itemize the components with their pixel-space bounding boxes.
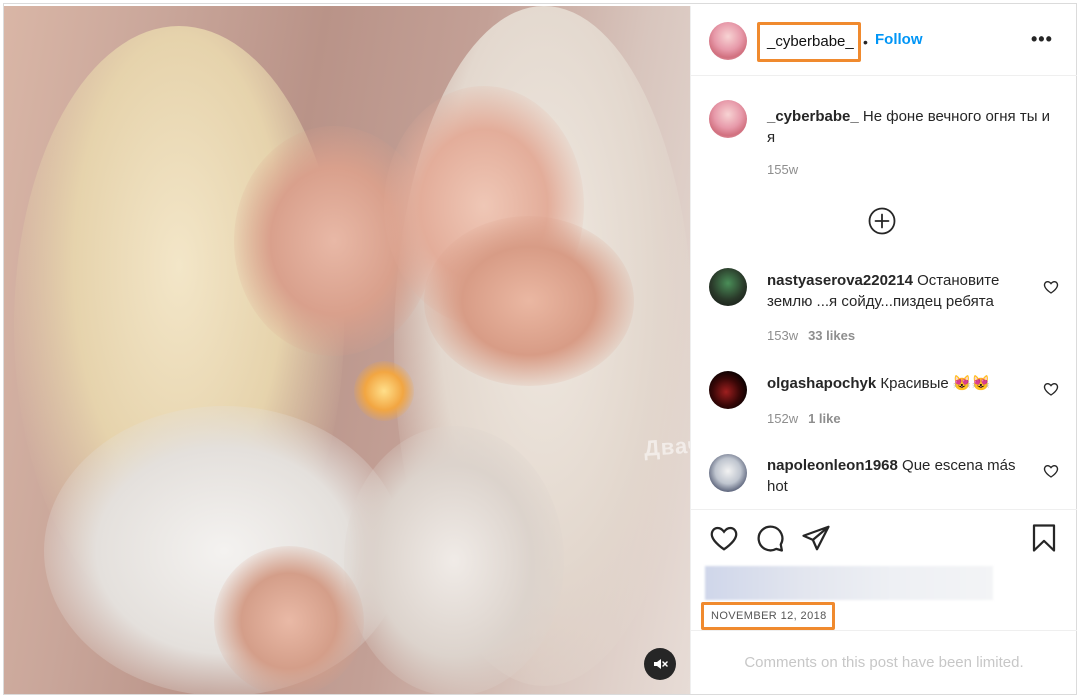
post-sidebar: _cyberbabe_ • Follow ••• _cyberbabe_ Не … [690, 6, 1077, 694]
post-header: _cyberbabe_ • Follow ••• [691, 6, 1077, 76]
comment-like-icon[interactable] [1043, 279, 1059, 295]
watermark: Двач [643, 432, 690, 461]
commenter-avatar[interactable] [709, 268, 747, 306]
separator-dot: • [863, 34, 868, 50]
comment-item: olgashapochyk Красивые 😻😻 [767, 373, 1035, 394]
hand-right [424, 216, 634, 386]
mute-icon [654, 659, 668, 669]
post-date[interactable]: NOVEMBER 12, 2018 [711, 610, 827, 622]
save-icon[interactable] [1029, 523, 1059, 553]
add-comments-icon[interactable] [868, 207, 896, 235]
comment-text: Красивые 😻😻 [880, 375, 991, 392]
comment-age: 152w [767, 411, 799, 426]
comment-likes[interactable]: 1 like [808, 411, 841, 426]
mute-button[interactable] [644, 648, 676, 680]
comment-meta: 152w 1 like [767, 411, 841, 426]
comment-username[interactable]: napoleonleon1968 [767, 457, 898, 474]
comment-icon[interactable] [755, 523, 785, 553]
flame [354, 361, 414, 421]
hand-left [214, 546, 364, 694]
comment-item: napoleonleon1968 Que escena más hot [767, 455, 1035, 497]
author-username[interactable]: _cyberbabe_ [767, 33, 854, 50]
like-icon[interactable] [709, 523, 739, 553]
follow-button[interactable]: Follow [875, 31, 923, 48]
commenter-avatar[interactable] [709, 371, 747, 409]
caption-username[interactable]: _cyberbabe_ [767, 108, 859, 125]
coat-right [344, 426, 564, 694]
caption-age: 155w [767, 162, 799, 177]
comments-limited-notice: Comments on this post have been limited. [744, 654, 1024, 671]
comment-username[interactable]: nastyaserova220214 [767, 272, 913, 289]
comment-like-icon[interactable] [1043, 463, 1059, 479]
comment-age: 153w [767, 328, 799, 343]
caption: _cyberbabe_ Не фоне вечного огня ты и я [767, 106, 1057, 148]
comment-meta: 153w 33 likes [767, 328, 855, 343]
caption-avatar[interactable] [709, 100, 747, 138]
comment-username[interactable]: olgashapochyk [767, 375, 876, 392]
comment-item: nastyaserova220214 Остановите землю ...я… [767, 270, 1035, 312]
comment-like-icon[interactable] [1043, 381, 1059, 397]
more-options-icon[interactable]: ••• [1031, 29, 1053, 50]
author-avatar[interactable] [709, 22, 747, 60]
post-video[interactable]: Двач [4, 6, 690, 694]
share-icon[interactable] [801, 523, 831, 553]
likes-count-blurred [705, 566, 993, 600]
comment-likes[interactable]: 33 likes [808, 328, 855, 343]
commenter-avatar[interactable] [709, 454, 747, 492]
